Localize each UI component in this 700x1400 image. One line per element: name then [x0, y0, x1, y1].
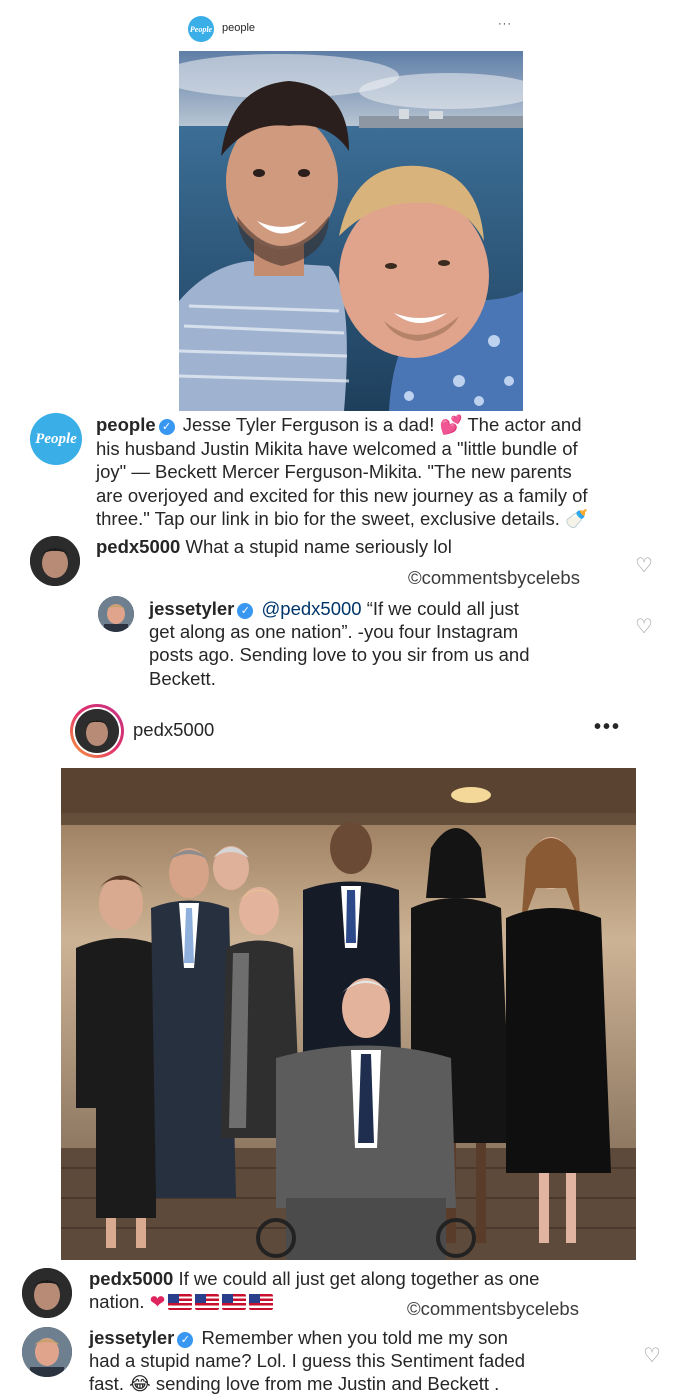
comment-pedx5000: pedx5000 What a stupid name seriously lo…	[96, 535, 656, 558]
us-flag-emoji-icon	[222, 1294, 247, 1311]
reply-line2: get along as one nation”. -you four Inst…	[149, 621, 519, 643]
like-heart-icon[interactable]: ♡	[635, 553, 653, 577]
reply-line3b: sending love from me Justin and Beckett …	[155, 1373, 500, 1395]
caption-line2: nation.	[89, 1291, 145, 1313]
jessetyler-avatar[interactable]	[22, 1327, 72, 1377]
verified-badge-icon: ✓	[177, 1332, 194, 1348]
caption-line4: are overjoyed and excited for this new j…	[96, 484, 588, 506]
reply-line1: “If we could all just	[366, 598, 519, 619]
us-flag-emoji-icon	[249, 1294, 274, 1311]
pedx5000-avatar[interactable]	[30, 536, 80, 586]
caption-username[interactable]: people	[96, 414, 156, 435]
selfie-photo-illustration	[179, 51, 523, 411]
reply-jessetyler: jessetyler ✓ @pedx5000 “If we could all j…	[149, 597, 629, 690]
reply-username[interactable]: jessetyler	[89, 1327, 174, 1348]
people-avatar[interactable]: People	[30, 413, 82, 465]
post1-more-icon[interactable]: ···	[498, 18, 512, 30]
comment-text: What a stupid name seriously lol	[185, 536, 452, 557]
us-flag-emoji-icon	[168, 1294, 193, 1311]
verified-badge-icon: ✓	[158, 419, 175, 435]
reply-line2: had a stupid name? Lol. I guess this Sen…	[89, 1350, 526, 1372]
group-photo-illustration	[61, 768, 636, 1260]
post2-photo	[61, 768, 636, 1260]
post1-photo	[179, 51, 523, 411]
caption-line2: his husband Justin Mikita have welcomed …	[96, 438, 578, 460]
reply-jessetyler-2: jessetyler ✓ Remember when you told me my…	[89, 1326, 629, 1397]
laughing-emoji-icon: 😂	[129, 1374, 151, 1396]
mention-link[interactable]: @pedx5000	[262, 598, 362, 619]
caption-username[interactable]: pedx5000	[89, 1268, 173, 1289]
like-heart-icon[interactable]: ♡	[635, 614, 653, 638]
post1-header-username[interactable]: people	[222, 22, 255, 34]
watermark: ©commentsbycelebs	[407, 1298, 579, 1319]
reply-line3a: fast.	[89, 1373, 124, 1395]
post2-header-username[interactable]: pedx5000	[133, 719, 214, 741]
comment-username[interactable]: pedx5000	[96, 536, 180, 557]
people-avatar-small[interactable]: People	[188, 16, 214, 42]
reply-line4: Beckett.	[149, 667, 216, 689]
reply-line3: posts ago. Sending love to you sir from …	[149, 644, 530, 666]
caption-line1-b: The actor and	[467, 414, 582, 435]
caption-line3: joy" — Beckett Mercer Ferguson-Mikita. "…	[96, 461, 572, 483]
caption-line1: If we could all just get along together …	[178, 1268, 540, 1289]
reply-line1: Remember when you told me my son	[201, 1327, 508, 1348]
verified-badge-icon: ✓	[237, 603, 254, 619]
baby-bottle-emoji-icon: 🍼	[564, 508, 589, 530]
red-heart-emoji-icon: ❤	[149, 1292, 166, 1314]
two-hearts-emoji-icon: 💕	[439, 415, 463, 436]
post2-more-icon[interactable]: •••	[594, 716, 621, 739]
pedx5000-avatar[interactable]	[22, 1268, 72, 1318]
jessetyler-avatar[interactable]	[98, 596, 134, 632]
caption-line5: three." Tap our link in bio for the swee…	[96, 507, 560, 529]
watermark: ©commentsbycelebs	[408, 567, 580, 588]
us-flag-emoji-icon	[195, 1294, 220, 1311]
like-heart-icon[interactable]: ♡	[643, 1343, 661, 1367]
pedx5000-story-avatar[interactable]	[70, 704, 124, 758]
caption-line1-a: Jesse Tyler Ferguson is a dad!	[182, 414, 435, 435]
reply-username[interactable]: jessetyler	[149, 598, 234, 619]
post1-caption: people ✓ Jesse Tyler Ferguson is a dad! 💕…	[96, 413, 666, 531]
